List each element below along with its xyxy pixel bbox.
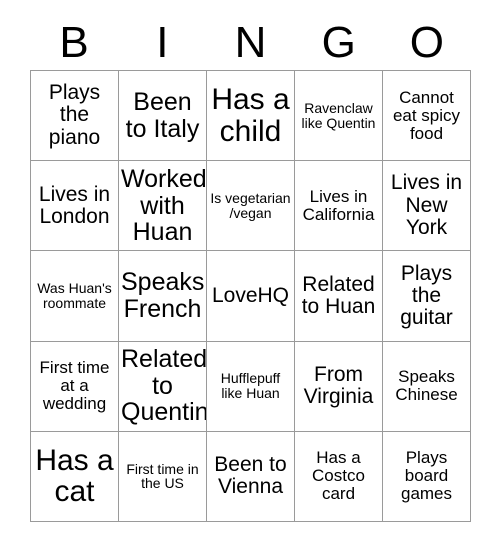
bingo-cell[interactable]: Plays board games <box>383 431 471 522</box>
bingo-cell[interactable]: Related to Quentin <box>119 341 207 432</box>
bingo-cell[interactable]: Was Huan's roommate <box>31 251 119 342</box>
bingo-cell[interactable]: Cannot eat spicy food <box>383 71 471 162</box>
bingo-cell[interactable]: Been to Italy <box>119 71 207 162</box>
bingo-cell[interactable]: Lives in New York <box>383 161 471 252</box>
bingo-cell-label: Was Huan's roommate <box>37 280 112 311</box>
bingo-cell-label: Has a cat <box>35 443 114 509</box>
bingo-cell-label: Has a child <box>211 82 290 148</box>
bingo-cell-label: Been to Vienna <box>214 453 287 499</box>
bingo-cell-label: Lives in London <box>38 182 111 228</box>
bingo-cell[interactable]: Worked with Huan <box>119 161 207 252</box>
bingo-cell-label: Been to Italy <box>125 88 200 143</box>
bingo-cell[interactable]: Speaks Chinese <box>383 341 471 432</box>
bingo-cell-label: Worked with Huan <box>121 165 207 247</box>
header-letter-o: O <box>409 18 445 67</box>
bingo-cell[interactable]: Hufflepuff like Huan <box>207 341 295 432</box>
bingo-header-letters: B I N G O <box>30 16 471 70</box>
header-letter-n: N <box>234 18 267 67</box>
bingo-cell-label: From Virginia <box>303 362 374 409</box>
bingo-cell-label: First time in the US <box>126 460 199 492</box>
bingo-cell[interactable]: Been to Vienna <box>207 431 295 522</box>
bingo-cell-label: First time at a wedding <box>39 358 110 414</box>
bingo-cell[interactable]: LoveHQ <box>207 251 295 342</box>
bingo-cell-label: Plays the piano <box>48 81 101 149</box>
bingo-cell-label: Hufflepuff like Huan <box>220 370 281 402</box>
bingo-cell[interactable]: Has a Costco card <box>295 431 383 522</box>
bingo-cell[interactable]: Lives in California <box>295 161 383 252</box>
bingo-cell-label: Plays the guitar <box>400 261 453 330</box>
header-letter-i: I <box>156 18 169 67</box>
bingo-cell[interactable]: Plays the piano <box>31 71 119 162</box>
bingo-cell[interactable]: Speaks French <box>119 251 207 342</box>
bingo-cell-label: Speaks French <box>121 268 205 323</box>
bingo-cell-label: Lives in New York <box>390 171 463 239</box>
bingo-grid: Plays the piano Been to Italy Has a chil… <box>30 70 471 522</box>
header-letter-b: B <box>59 18 89 67</box>
bingo-card: B I N G O Plays the piano Been to Italy … <box>0 0 500 544</box>
bingo-cell-label: Related to Huan <box>301 272 376 318</box>
bingo-cell[interactable]: Plays the guitar <box>383 251 471 342</box>
bingo-cell[interactable]: Has a cat <box>31 431 119 522</box>
header-letter-g: G <box>321 18 356 67</box>
bingo-cell[interactable]: First time in the US <box>119 431 207 522</box>
bingo-cell-label: Cannot eat spicy food <box>392 87 461 143</box>
bingo-cell[interactable]: First time at a wedding <box>31 341 119 432</box>
bingo-cell[interactable]: Related to Huan <box>295 251 383 342</box>
bingo-cell[interactable]: Is vegetarian /vegan <box>207 161 295 252</box>
bingo-cell-label: Has a Costco card <box>312 448 365 504</box>
bingo-cell[interactable]: Ravenclaw like Quentin <box>295 71 383 162</box>
bingo-cell-label: LoveHQ <box>211 283 290 307</box>
bingo-cell-label: Related to Quentin <box>121 345 207 427</box>
bingo-cell-label: Plays board games <box>400 448 453 504</box>
bingo-cell-label: Lives in California <box>302 186 375 224</box>
bingo-cell[interactable]: Lives in London <box>31 161 119 252</box>
bingo-cell[interactable]: Has a child <box>207 71 295 162</box>
bingo-cell[interactable]: From Virginia <box>295 341 383 432</box>
bingo-cell-label: Is vegetarian /vegan <box>210 189 291 221</box>
bingo-cell-label: Ravenclaw like Quentin <box>301 99 376 131</box>
bingo-cell-label: Speaks Chinese <box>395 367 458 405</box>
